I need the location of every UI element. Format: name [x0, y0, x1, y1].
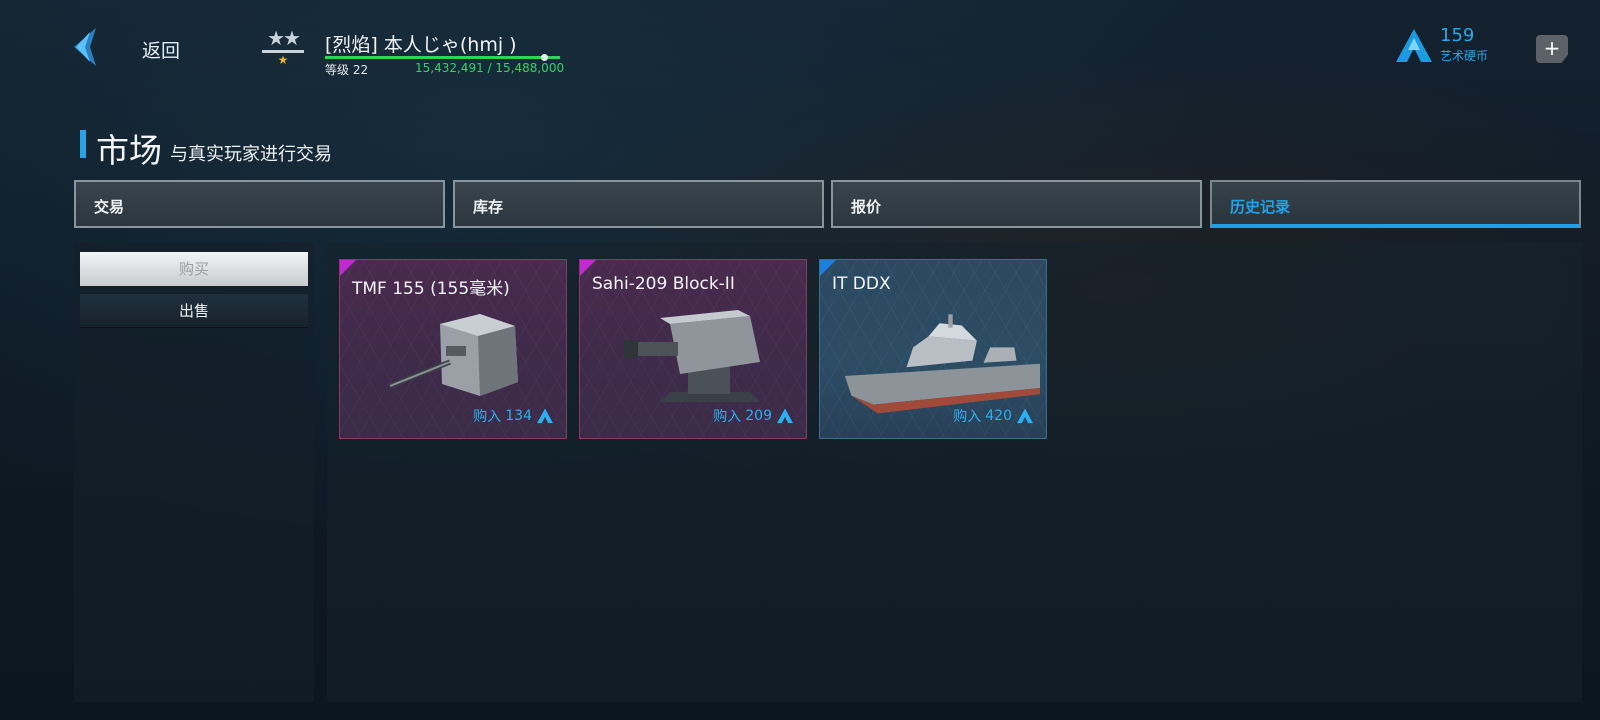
- art-coin-icon: [537, 408, 553, 424]
- item-name: IT DDX: [832, 274, 891, 294]
- sell-filter-button[interactable]: 出售: [80, 294, 308, 328]
- item-price: 购入 209: [713, 406, 794, 426]
- price-prefix: 购入: [713, 409, 742, 425]
- plus-icon: +: [1543, 36, 1561, 60]
- price-prefix: 购入: [953, 409, 982, 425]
- xp-bar: [325, 56, 561, 59]
- tab-trade[interactable]: 交易: [74, 180, 445, 228]
- tab-inventory[interactable]: 库存: [453, 180, 824, 228]
- tab-offers[interactable]: 报价: [831, 180, 1202, 228]
- rank-badge: ★★ ★: [258, 28, 308, 67]
- rank-star-gold: ★: [277, 53, 289, 67]
- art-coin-icon: [1396, 29, 1432, 62]
- item-price: 购入 134: [473, 406, 554, 426]
- item-name: TMF 155 (155毫米): [352, 279, 510, 299]
- buy-filter-button[interactable]: 购买: [80, 252, 308, 286]
- tab-history[interactable]: 历史记录: [1210, 180, 1581, 228]
- destroyer-ship-icon: [844, 314, 1040, 414]
- rank-stars-top: ★★: [267, 26, 301, 50]
- price-value: 134: [505, 408, 532, 424]
- top-bar: 返回 ★★ ★ [烈焰] 本人じゃ(hmj ) 等级 22 15,432,491…: [0, 0, 1600, 100]
- item-name: Sahi-209 Block-II: [592, 274, 735, 294]
- currency-label: 艺术硬币: [1440, 49, 1489, 63]
- player-level: 等级 22: [325, 63, 369, 77]
- player-name: [烈焰] 本人じゃ(hmj ): [325, 34, 517, 56]
- currency-amount: 159: [1440, 25, 1475, 46]
- tab-trade-label: 交易: [94, 198, 125, 216]
- tab-history-label: 历史记录: [1230, 198, 1291, 216]
- art-coin-icon: [777, 408, 793, 424]
- tab-inventory-label: 库存: [473, 198, 504, 216]
- add-currency-button[interactable]: +: [1536, 35, 1568, 63]
- back-chevron-icon[interactable]: [66, 26, 102, 68]
- naval-gun-turret-icon: [389, 314, 518, 396]
- item-card[interactable]: Sahi-209 Block-II 购入 209: [579, 259, 807, 439]
- item-price: 购入 420: [953, 406, 1034, 426]
- title-accent: [80, 130, 86, 158]
- price-prefix: 购入: [473, 409, 502, 425]
- xp-bar-fill: [325, 56, 561, 59]
- tab-offers-label: 报价: [851, 198, 882, 216]
- item-card[interactable]: TMF 155 (155毫米) 购入 134: [339, 259, 567, 439]
- page-subtitle: 与真实玩家进行交易: [170, 144, 332, 165]
- item-card[interactable]: IT DDX 购入 420: [819, 259, 1047, 439]
- missile-launcher-icon: [624, 310, 760, 402]
- back-label[interactable]: 返回: [142, 36, 180, 63]
- xp-bar-marker: [541, 54, 548, 61]
- art-coin-icon: [1017, 408, 1033, 424]
- xp-readout: 15,432,491 / 15,488,000: [415, 61, 565, 75]
- price-value: 209: [745, 408, 772, 424]
- price-value: 420: [985, 408, 1012, 424]
- page-title: 市场: [96, 131, 162, 170]
